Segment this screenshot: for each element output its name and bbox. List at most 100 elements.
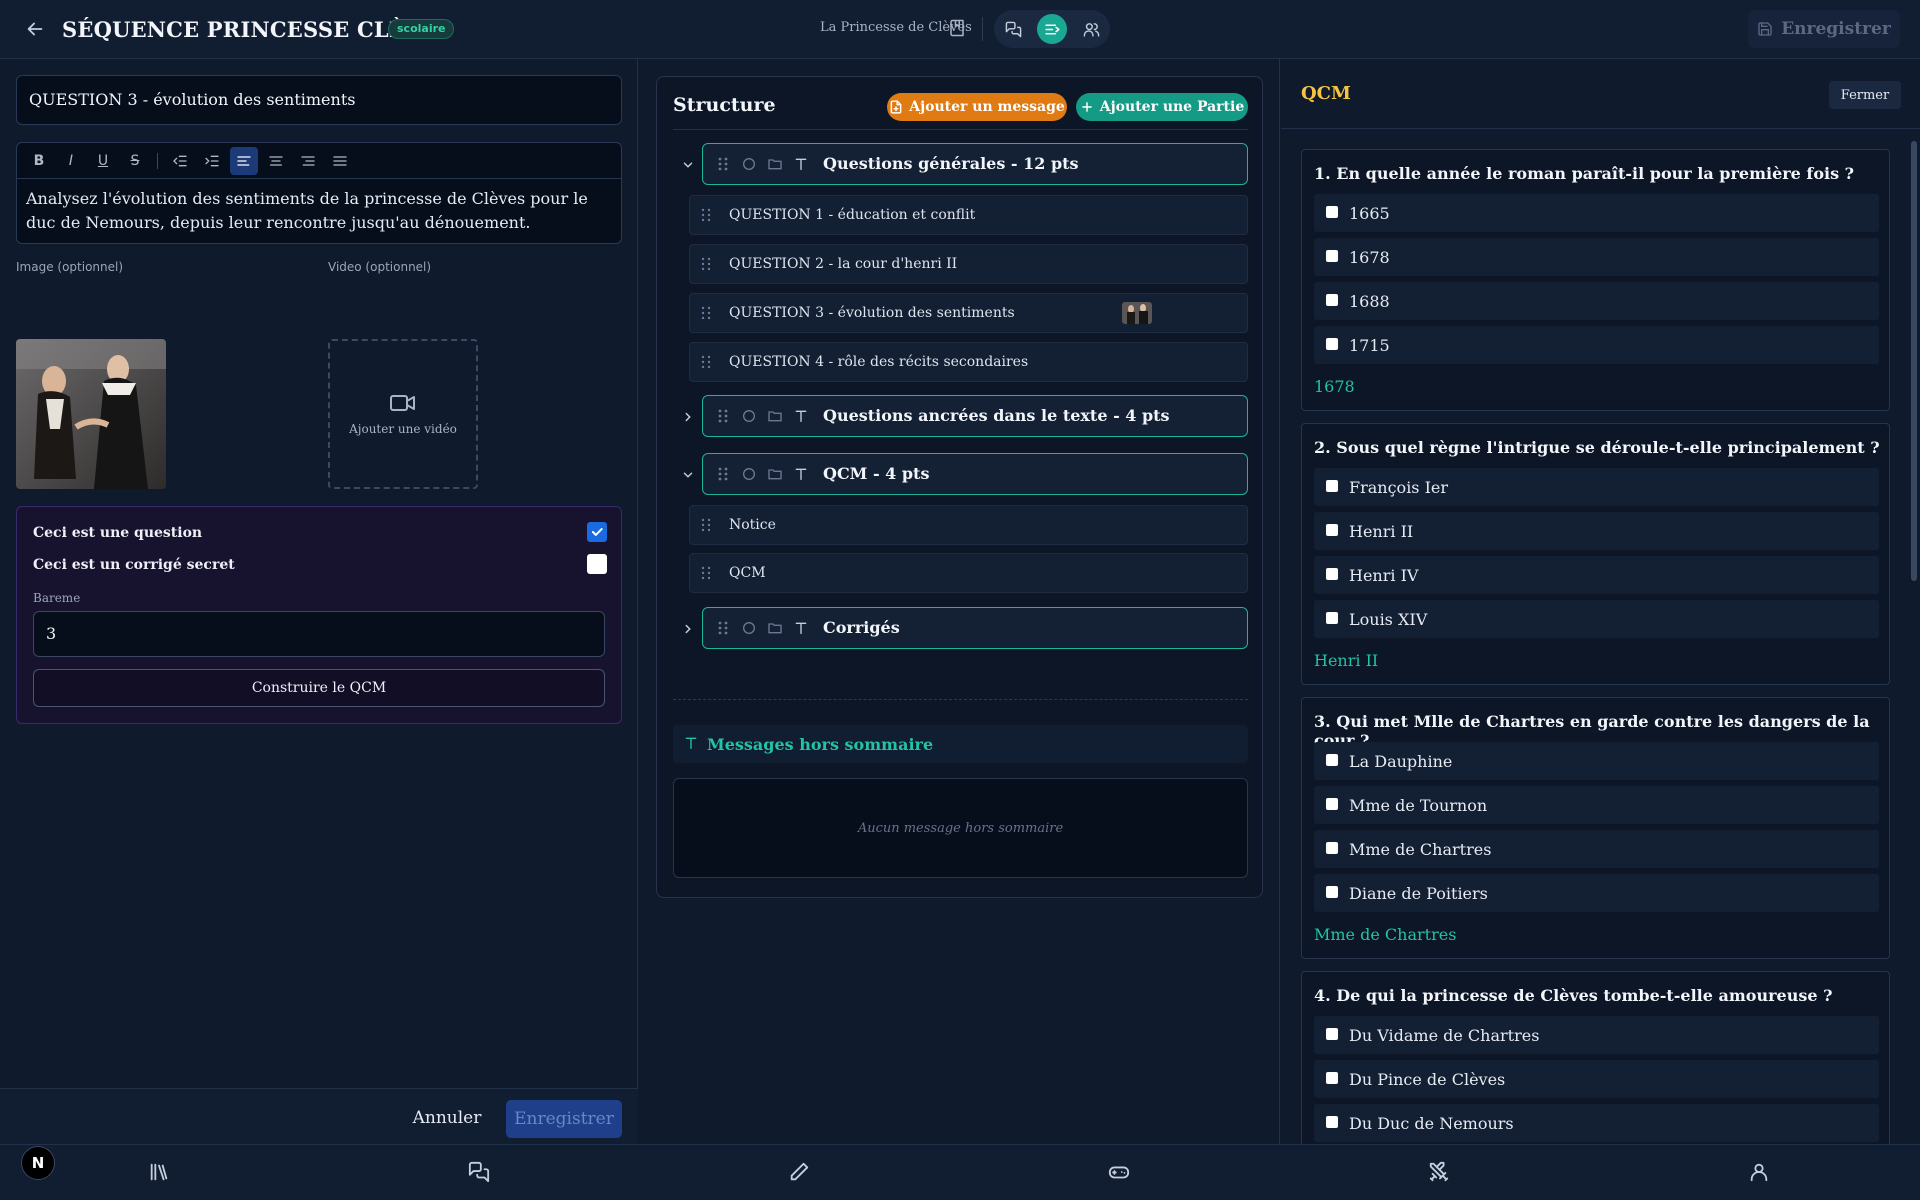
edit-icon[interactable] [788, 1161, 812, 1185]
answer-option[interactable]: Mme de Tournon [1314, 786, 1879, 824]
answer-option[interactable]: Du Pince de Clèves [1314, 1060, 1879, 1098]
align-left-button[interactable] [230, 146, 258, 175]
save-icon [1758, 22, 1772, 36]
strikethrough-button[interactable]: S [121, 147, 149, 175]
option-checkbox[interactable] [1326, 338, 1338, 350]
save-button[interactable]: Enregistrer [506, 1100, 622, 1138]
check-icon [591, 528, 603, 536]
option-checkbox[interactable] [1326, 206, 1338, 218]
underline-button[interactable]: U [89, 147, 117, 175]
correct-answer: 1678 [1314, 377, 1355, 396]
option-label: 1715 [1349, 336, 1390, 355]
top-bar: SÉQUENCE PRINCESSE CLÈVES scolaire La Pr… [0, 0, 1920, 59]
structure-item-selected[interactable]: QUESTION 3 - évolution des sentiments [689, 293, 1248, 333]
chevron-right-icon[interactable] [681, 622, 695, 636]
structure-item[interactable]: QUESTION 4 - rôle des récits secondaires [689, 342, 1248, 382]
section-label: Questions générales - 12 pts [823, 154, 1079, 173]
view-structure-button[interactable] [1037, 14, 1067, 44]
add-video-dropzone[interactable]: Ajouter une vidéo [328, 339, 478, 489]
outdent-button[interactable] [166, 147, 194, 175]
option-checkbox[interactable] [1326, 294, 1338, 306]
chevron-right-icon[interactable] [681, 410, 695, 424]
add-part-button[interactable]: Ajouter une Partie [1076, 93, 1248, 121]
header-divider [982, 17, 983, 41]
option-checkbox[interactable] [1326, 1116, 1338, 1128]
answer-option[interactable]: Diane de Poitiers [1314, 874, 1879, 912]
drag-handle-icon [701, 566, 711, 580]
option-checkbox[interactable] [1326, 250, 1338, 262]
italic-button[interactable]: I [57, 147, 85, 175]
section-questions-ancrees[interactable]: Questions ancrées dans le texte - 4 pts [702, 395, 1248, 437]
answer-option[interactable]: Henri II [1314, 512, 1879, 550]
answer-option[interactable]: Mme de Chartres [1314, 830, 1879, 868]
chevron-down-icon[interactable] [681, 158, 695, 172]
indent-button[interactable] [198, 147, 226, 175]
answer-option[interactable]: François Ier [1314, 468, 1879, 506]
cancel-button[interactable]: Annuler [404, 1100, 490, 1136]
answer-option[interactable]: 1715 [1314, 326, 1879, 364]
scrollbar[interactable] [1911, 141, 1917, 581]
back-arrow-icon[interactable] [24, 18, 46, 40]
answer-option[interactable]: Louis XIV [1314, 600, 1879, 638]
library-icon[interactable] [148, 1161, 172, 1185]
bold-button[interactable]: B [25, 147, 53, 175]
answer-option[interactable]: 1688 [1314, 282, 1879, 320]
user-icon[interactable] [1748, 1161, 1772, 1185]
question-image[interactable] [16, 339, 166, 489]
answer-option[interactable]: Du Vidame de Chartres [1314, 1016, 1879, 1054]
chevron-down-icon[interactable] [681, 468, 695, 482]
gamepad-icon[interactable] [1108, 1161, 1132, 1185]
align-center-button[interactable] [262, 147, 290, 175]
answer-option[interactable]: Henri IV [1314, 556, 1879, 594]
list-indent-icon [1044, 24, 1060, 34]
option-checkbox[interactable] [1326, 886, 1338, 898]
option-label: La Dauphine [1349, 752, 1453, 771]
option-label: 1678 [1349, 248, 1390, 267]
structure-item[interactable]: QUESTION 2 - la cour d'henri II [689, 244, 1248, 284]
option-label: Henri II [1349, 522, 1414, 541]
option-checkbox[interactable] [1326, 524, 1338, 536]
folder-icon [768, 159, 782, 170]
answer-option[interactable]: La Dauphine [1314, 742, 1879, 780]
save-button-top[interactable]: Enregistrer [1748, 10, 1900, 48]
editor-body[interactable]: Analysez l'évolution des sentiments de l… [17, 179, 621, 243]
bareme-input[interactable]: 3 [33, 611, 605, 657]
is-secret-checkbox[interactable] [587, 554, 607, 574]
structure-item[interactable]: Notice [689, 505, 1248, 545]
answer-option[interactable]: 1665 [1314, 194, 1879, 232]
align-justify-button[interactable] [326, 147, 354, 175]
book-bookmark-icon[interactable] [948, 19, 966, 37]
swords-icon[interactable] [1428, 1161, 1452, 1185]
view-users-button[interactable] [1076, 14, 1106, 44]
rich-text-editor[interactable]: B I U S Analysez l'évolution des sentime… [16, 142, 622, 244]
close-button[interactable]: Fermer [1829, 81, 1901, 109]
build-qcm-button[interactable]: Construire le QCM [33, 669, 605, 707]
structure-item[interactable]: QUESTION 1 - éducation et conflit [689, 195, 1248, 235]
structure-item[interactable]: QCM [689, 553, 1248, 593]
option-checkbox[interactable] [1326, 480, 1338, 492]
option-checkbox[interactable] [1326, 798, 1338, 810]
align-right-button[interactable] [294, 147, 322, 175]
item-title-input[interactable]: QUESTION 3 - évolution des sentiments [16, 75, 622, 125]
option-checkbox[interactable] [1326, 568, 1338, 580]
option-checkbox[interactable] [1326, 754, 1338, 766]
section-qcm[interactable]: QCM - 4 pts [702, 453, 1248, 495]
view-messages-button[interactable] [998, 14, 1028, 44]
option-checkbox[interactable] [1326, 612, 1338, 624]
folder-icon [768, 469, 782, 480]
text-type-icon [795, 410, 807, 422]
image-label: Image (optionnel) [16, 260, 124, 274]
answer-option[interactable]: Du Duc de Nemours [1314, 1104, 1879, 1142]
option-checkbox[interactable] [1326, 842, 1338, 854]
add-message-button[interactable]: Ajouter un message [887, 93, 1067, 121]
section-corriges[interactable]: Corrigés [702, 607, 1248, 649]
answer-option[interactable]: 1678 [1314, 238, 1879, 276]
option-checkbox[interactable] [1326, 1028, 1338, 1040]
is-question-checkbox[interactable] [587, 522, 607, 542]
dashed-divider [673, 699, 1248, 700]
app-logo[interactable]: N [21, 1146, 55, 1180]
section-questions-generales[interactable]: Questions générales - 12 pts [702, 143, 1248, 185]
bareme-label: Bareme [33, 591, 81, 605]
option-checkbox[interactable] [1326, 1072, 1338, 1084]
messages-icon[interactable] [468, 1161, 492, 1185]
